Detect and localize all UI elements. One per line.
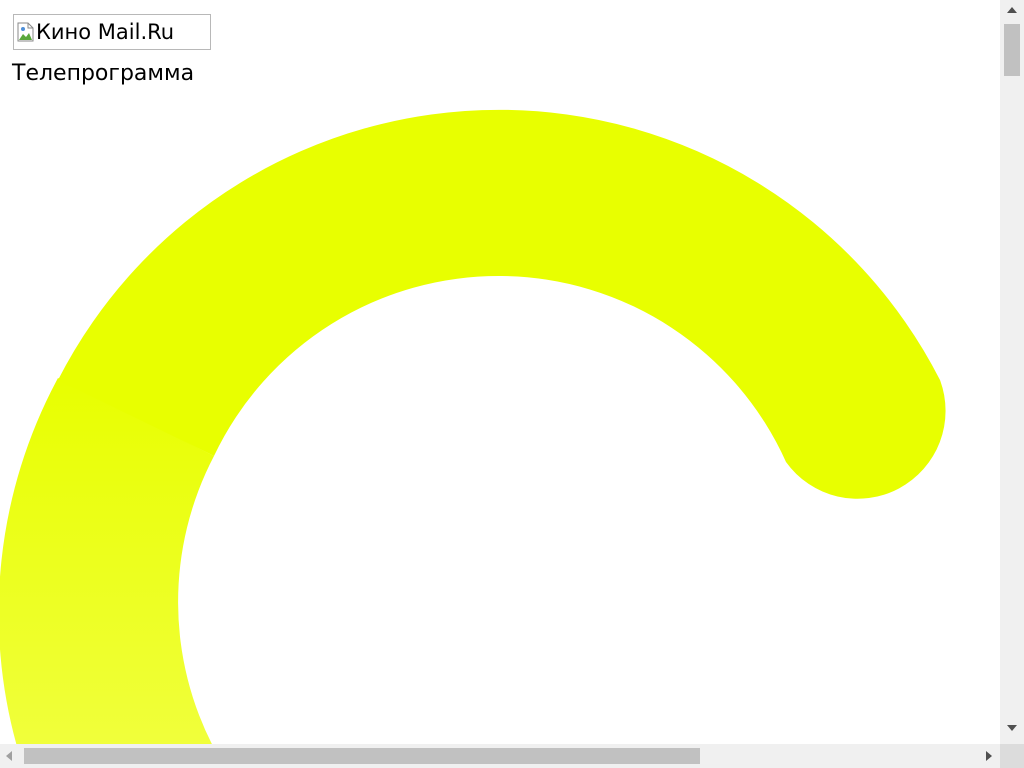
logo-alt-text: Кино Mail.Ru [36,20,175,44]
scroll-up-arrow-icon[interactable] [1007,7,1017,13]
page-title: Телепрограмма [12,61,195,86]
scroll-right-arrow-icon[interactable] [986,751,992,761]
site-logo[interactable]: Кино Mail.Ru [13,14,211,50]
scrollbar-corner [1000,744,1024,768]
loading-spinner-icon [0,109,946,744]
page-viewport: Кино Mail.Ru Телепрограмма [0,0,1000,744]
horizontal-scrollbar[interactable] [0,744,1000,768]
horizontal-scroll-thumb[interactable] [24,748,700,764]
scroll-down-arrow-icon[interactable] [1007,725,1017,731]
vertical-scrollbar[interactable] [1000,0,1024,744]
spinner-arc-upper [58,109,946,499]
vertical-scroll-thumb[interactable] [1004,24,1020,76]
scroll-left-arrow-icon[interactable] [6,751,12,761]
broken-image-icon [17,22,34,42]
